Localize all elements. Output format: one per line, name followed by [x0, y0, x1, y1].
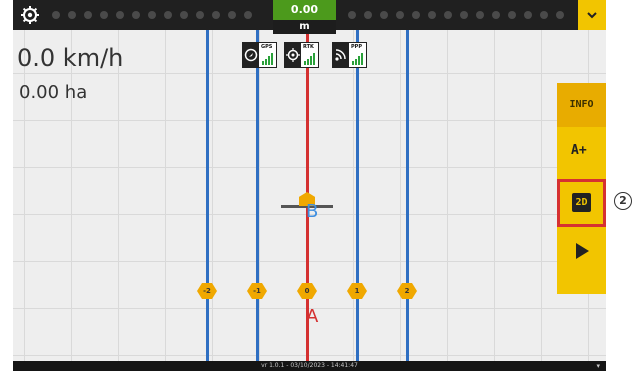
status-dot — [116, 11, 124, 19]
speed-readout: 0.0 km/h — [17, 44, 124, 72]
guidance-line-plus-2 — [406, 30, 409, 362]
status-dot — [444, 11, 452, 19]
status-dot — [228, 11, 236, 19]
signal-bars-icon — [262, 53, 273, 65]
rtk-label: RTK — [303, 44, 314, 50]
status-dot — [412, 11, 420, 19]
crosshair-icon — [285, 43, 301, 67]
signal-bars-icon — [304, 53, 315, 65]
ppp-label: PPP — [351, 44, 362, 50]
status-dot — [460, 11, 468, 19]
status-dot — [476, 11, 484, 19]
status-dot — [244, 11, 252, 19]
chevron-down-icon — [587, 12, 597, 19]
status-dot — [180, 11, 188, 19]
menu-button[interactable] — [578, 0, 606, 30]
version-text: vr 1.0.1 - 03/10/2023 - 14:41:47 — [261, 362, 358, 369]
play-button[interactable] — [557, 229, 606, 273]
status-dot — [380, 11, 388, 19]
status-dot — [524, 11, 532, 19]
gear-icon[interactable] — [19, 5, 41, 25]
callout-marker: 2 — [614, 192, 632, 210]
play-icon — [576, 243, 589, 259]
version-footer: vr 1.0.1 - 03/10/2023 - 14:41:47 ▾ — [13, 361, 606, 371]
status-dot — [132, 11, 140, 19]
status-dot — [148, 11, 156, 19]
wifi-icon — [333, 43, 349, 67]
view-2d-button[interactable]: 2D — [557, 179, 606, 227]
add-point-a-label: A+ — [571, 143, 587, 158]
rtk-indicator[interactable]: RTK — [284, 42, 319, 68]
status-dot — [556, 11, 564, 19]
ppp-indicator[interactable]: PPP — [332, 42, 367, 68]
top-status-bar: 0.00 m — [13, 0, 606, 34]
status-dot — [212, 11, 220, 19]
status-dot — [364, 11, 372, 19]
compass-icon — [243, 43, 259, 67]
add-point-a-button[interactable]: A+ — [557, 131, 606, 175]
deviation-unit: m — [273, 20, 336, 34]
status-dot — [164, 11, 172, 19]
area-readout: 0.00 ha — [19, 82, 88, 103]
status-dot — [348, 11, 356, 19]
status-dot — [508, 11, 516, 19]
view-2d-label: 2D — [572, 193, 591, 212]
deviation-indicator[interactable]: 0.00 m — [273, 0, 336, 34]
status-dot — [492, 11, 500, 19]
status-dot — [84, 11, 92, 19]
status-dot — [428, 11, 436, 19]
signal-bars-icon — [352, 53, 363, 65]
gps-indicator[interactable]: GPS — [242, 42, 277, 68]
deviation-value: 0.00 — [273, 0, 336, 20]
status-dot — [540, 11, 548, 19]
wifi-icon: ▾ — [596, 362, 600, 370]
gps-label: GPS — [261, 44, 273, 50]
info-button[interactable]: INFO — [557, 83, 606, 127]
guidance-line-minus-1 — [256, 30, 259, 362]
guidance-line-minus-2 — [206, 30, 209, 362]
map-screen: -2 -1 0 1 2 B A 0.0 km/h 0.00 ha GPS RTK… — [13, 0, 606, 371]
right-tool-panel: INFO A+ 2D — [557, 83, 606, 294]
guidance-line-plus-1 — [356, 30, 359, 362]
status-dot — [396, 11, 404, 19]
status-dot — [52, 11, 60, 19]
status-dot — [68, 11, 76, 19]
point-b-label: B — [306, 201, 319, 222]
status-dot — [100, 11, 108, 19]
status-dot — [196, 11, 204, 19]
point-a-label: A — [306, 306, 319, 327]
